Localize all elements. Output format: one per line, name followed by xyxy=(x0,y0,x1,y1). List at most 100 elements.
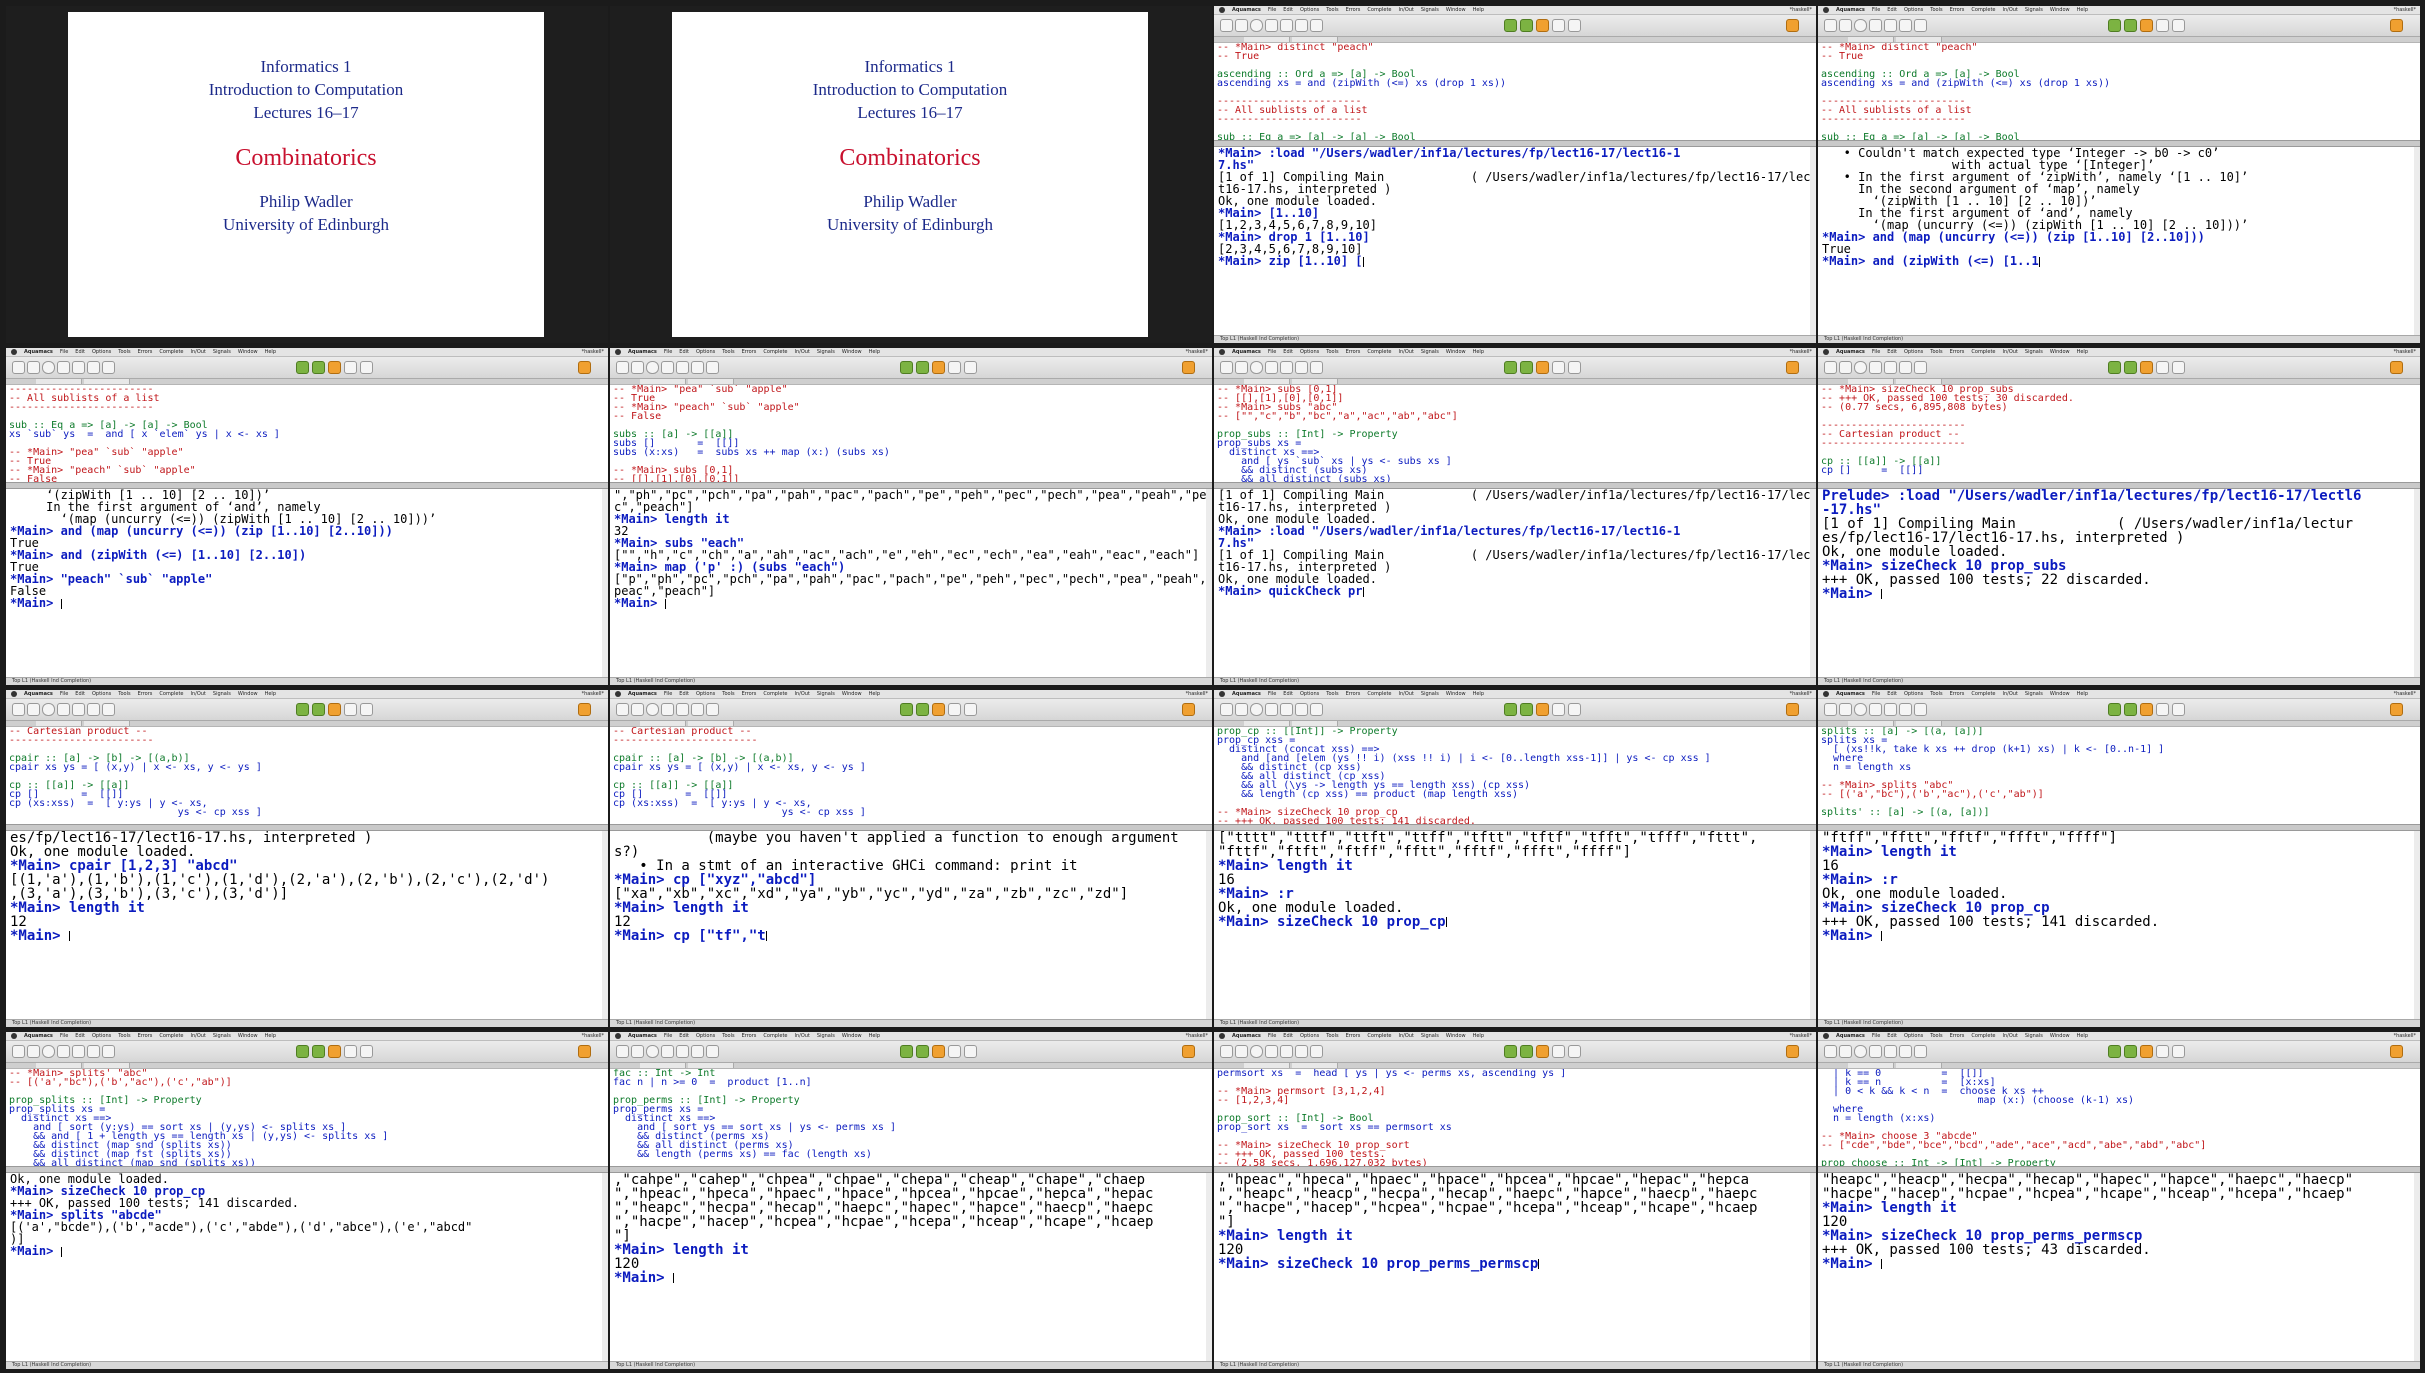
save-icon[interactable] xyxy=(646,361,659,374)
cut-icon[interactable] xyxy=(676,1045,689,1058)
open-file-icon[interactable] xyxy=(1235,1045,1248,1058)
tab-source-file[interactable] xyxy=(1292,1063,1338,1068)
menu-item-signals[interactable]: Signals xyxy=(1421,690,1439,698)
new-file-icon[interactable] xyxy=(616,361,629,374)
app-name-menu[interactable]: Aquamacs xyxy=(1836,6,1865,14)
menu-item-help[interactable]: Help xyxy=(1473,348,1484,356)
source-editor[interactable]: permsort xs = head [ ys | ys <- perms xs… xyxy=(1214,1069,1816,1166)
preferences-icon[interactable] xyxy=(964,361,977,374)
menu-item-options[interactable]: Options xyxy=(696,348,715,356)
cut-icon[interactable] xyxy=(1884,703,1897,716)
tab-source-file[interactable] xyxy=(688,721,734,726)
load-haskell-icon[interactable] xyxy=(900,703,913,716)
new-file-icon[interactable] xyxy=(1824,1045,1837,1058)
edit-pen-icon[interactable] xyxy=(2390,19,2403,32)
tab-haskell[interactable] xyxy=(1244,1063,1290,1068)
menu-item-options[interactable]: Options xyxy=(1904,690,1923,698)
edit-pen-icon[interactable] xyxy=(578,361,591,374)
interrupt-icon[interactable] xyxy=(932,703,945,716)
preferences-icon[interactable] xyxy=(1568,361,1581,374)
find-icon[interactable] xyxy=(948,1045,961,1058)
undo-icon[interactable] xyxy=(1265,361,1278,374)
ghci-console[interactable]: Prelude> :load "/Users/wadler/inf1a/lect… xyxy=(1818,489,2420,678)
save-icon[interactable] xyxy=(1854,1045,1867,1058)
source-editor[interactable]: | k == 0 = [[]] | k == n = [x:xs] | 0 < … xyxy=(1818,1069,2420,1166)
menu-item-complete[interactable]: Complete xyxy=(159,1032,183,1040)
menu-item-edit[interactable]: Edit xyxy=(75,348,85,356)
menu-item-tools[interactable]: Tools xyxy=(1326,6,1338,14)
interrupt-icon[interactable] xyxy=(328,1045,341,1058)
menu-item-edit[interactable]: Edit xyxy=(1283,1032,1293,1040)
menu-item-signals[interactable]: Signals xyxy=(1421,1032,1439,1040)
run-icon[interactable] xyxy=(2124,19,2137,32)
open-file-icon[interactable] xyxy=(1235,19,1248,32)
menu-item-complete[interactable]: Complete xyxy=(1367,690,1391,698)
copy-icon[interactable] xyxy=(1295,19,1308,32)
menu-item-help[interactable]: Help xyxy=(1473,690,1484,698)
menu-item-options[interactable]: Options xyxy=(1904,348,1923,356)
tab-haskell[interactable] xyxy=(1244,37,1290,42)
menu-item-tools[interactable]: Tools xyxy=(118,348,130,356)
cut-icon[interactable] xyxy=(72,361,85,374)
menu-item-window[interactable]: Window xyxy=(2050,690,2070,698)
menu-item-signals[interactable]: Signals xyxy=(817,690,835,698)
menu-item-tools[interactable]: Tools xyxy=(1326,348,1338,356)
interrupt-icon[interactable] xyxy=(328,703,341,716)
load-haskell-icon[interactable] xyxy=(1504,361,1517,374)
apple-menu-icon[interactable] xyxy=(1219,1033,1225,1039)
run-icon[interactable] xyxy=(312,361,325,374)
console-scrollbar[interactable] xyxy=(2414,1173,2420,1362)
save-icon[interactable] xyxy=(646,1045,659,1058)
preferences-icon[interactable] xyxy=(2172,703,2185,716)
copy-icon[interactable] xyxy=(1295,1045,1308,1058)
save-icon[interactable] xyxy=(1250,361,1263,374)
undo-icon[interactable] xyxy=(1869,361,1882,374)
interrupt-icon[interactable] xyxy=(2140,703,2153,716)
menu-item-complete[interactable]: Complete xyxy=(159,690,183,698)
menu-item-in-out[interactable]: In/Out xyxy=(2003,348,2018,356)
menu-item-edit[interactable]: Edit xyxy=(679,1032,689,1040)
new-file-icon[interactable] xyxy=(1220,1045,1233,1058)
undo-icon[interactable] xyxy=(1265,1045,1278,1058)
undo-icon[interactable] xyxy=(57,361,70,374)
menu-item-edit[interactable]: Edit xyxy=(679,690,689,698)
menu-item-edit[interactable]: Edit xyxy=(75,1032,85,1040)
load-haskell-icon[interactable] xyxy=(1504,703,1517,716)
menu-item-file[interactable]: File xyxy=(1872,348,1880,356)
undo-icon[interactable] xyxy=(57,1045,70,1058)
menu-item-window[interactable]: Window xyxy=(238,348,258,356)
copy-icon[interactable] xyxy=(1899,1045,1912,1058)
menu-item-window[interactable]: Window xyxy=(1446,348,1466,356)
copy-icon[interactable] xyxy=(691,1045,704,1058)
menu-item-in-out[interactable]: In/Out xyxy=(1399,6,1414,14)
menu-item-file[interactable]: File xyxy=(1268,1032,1276,1040)
menu-item-file[interactable]: File xyxy=(664,348,672,356)
menu-item-file[interactable]: File xyxy=(1268,348,1276,356)
source-editor[interactable]: ------------------------ -- All sublists … xyxy=(6,385,608,482)
paste-icon[interactable] xyxy=(102,361,115,374)
interrupt-icon[interactable] xyxy=(1536,1045,1549,1058)
edit-pen-icon[interactable] xyxy=(2390,1045,2403,1058)
menu-item-options[interactable]: Options xyxy=(1904,1032,1923,1040)
menu-item-complete[interactable]: Complete xyxy=(1971,6,1995,14)
cut-icon[interactable] xyxy=(676,361,689,374)
ghci-console[interactable]: *Main> :load "/Users/wadler/inf1a/lectur… xyxy=(1214,147,1816,336)
menu-item-signals[interactable]: Signals xyxy=(213,690,231,698)
menu-item-options[interactable]: Options xyxy=(696,1032,715,1040)
run-icon[interactable] xyxy=(916,703,929,716)
run-icon[interactable] xyxy=(916,1045,929,1058)
menu-item-signals[interactable]: Signals xyxy=(2025,1032,2043,1040)
edit-pen-icon[interactable] xyxy=(2390,361,2403,374)
menu-item-help[interactable]: Help xyxy=(1473,1032,1484,1040)
run-icon[interactable] xyxy=(1520,703,1533,716)
menu-item-tools[interactable]: Tools xyxy=(1930,348,1942,356)
menu-item-file[interactable]: File xyxy=(1872,6,1880,14)
menu-item-complete[interactable]: Complete xyxy=(763,1032,787,1040)
source-editor[interactable]: splits :: [a] -> [(a, [a])] splits xs = [… xyxy=(1818,727,2420,824)
cut-icon[interactable] xyxy=(72,1045,85,1058)
load-haskell-icon[interactable] xyxy=(296,703,309,716)
menu-item-tools[interactable]: Tools xyxy=(722,348,734,356)
cut-icon[interactable] xyxy=(676,703,689,716)
edit-pen-icon[interactable] xyxy=(1786,703,1799,716)
tab-source-file[interactable] xyxy=(1292,379,1338,384)
